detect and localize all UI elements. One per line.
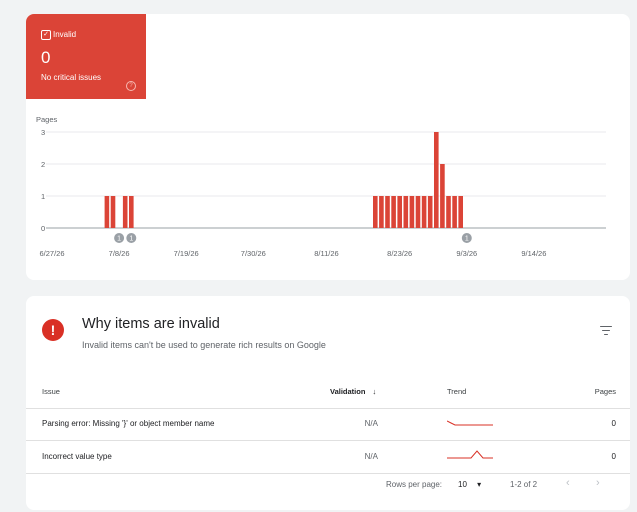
- annotation-label: 1: [117, 236, 121, 243]
- page-range: 1-2 of 2: [510, 480, 538, 489]
- annotation-label: 1: [129, 236, 133, 243]
- chart-bar: [427, 196, 433, 228]
- issue-name: Parsing error: Missing '}' or object mem…: [42, 419, 215, 428]
- x-tick-label: 9/14/26: [521, 249, 546, 258]
- chart-bar: [434, 132, 439, 228]
- x-tick-label: 7/19/26: [174, 249, 199, 258]
- pagination: Rows per page: 10 ▾ 1-2 of 2 ‹ ›: [386, 476, 616, 496]
- x-tick-label: 8/23/26: [387, 249, 412, 258]
- chart-bar: [458, 196, 463, 228]
- y-axis-label: Pages: [36, 115, 58, 124]
- x-tick-label: 8/11/26: [314, 249, 338, 258]
- y-tick-label: 2: [41, 160, 45, 169]
- chart-bar: [129, 196, 134, 228]
- table-row[interactable]: Parsing error: Missing '}' or object mem…: [26, 408, 630, 441]
- pages-count: 0: [611, 419, 616, 428]
- issues-title: Why items are invalid: [82, 316, 220, 332]
- prev-page-icon[interactable]: ‹: [566, 477, 570, 489]
- chart-bar: [452, 196, 457, 228]
- chart-bar: [421, 196, 427, 228]
- table-row[interactable]: Incorrect value type N/A 0: [26, 441, 630, 474]
- chart-bar: [446, 196, 451, 228]
- x-tick-label: 7/30/26: [241, 249, 266, 258]
- arrow-down-icon: ↓: [372, 387, 377, 396]
- pages-count: 0: [611, 452, 616, 461]
- issues-subtitle: Invalid items can't be used to generate …: [82, 340, 326, 350]
- chart-bar: [122, 196, 128, 228]
- rows-per-page-value: 10: [458, 480, 467, 489]
- chart-bar: [373, 196, 378, 228]
- y-tick-label: 1: [41, 192, 45, 201]
- column-header-validation[interactable]: Validation ↓: [330, 376, 400, 408]
- error-icon: !: [42, 319, 64, 341]
- next-page-icon[interactable]: ›: [596, 477, 600, 489]
- column-header-issue[interactable]: Issue: [42, 376, 60, 408]
- filter-icon[interactable]: [600, 326, 612, 336]
- chart-bar: [104, 196, 110, 228]
- status-chart-card: ✓ Invalid 0 No critical issues ? Pages 0 1…: [26, 14, 630, 280]
- pages-bar-chart: Pages 0 1 2 3 6/27/26 7/8/26 7/19/26 7/30/26 8/11…: [36, 115, 606, 258]
- issue-name: Incorrect value type: [42, 452, 112, 461]
- annotation-label: 1: [465, 236, 469, 243]
- validation-status: N/A: [364, 419, 378, 428]
- chart-bar: [409, 196, 415, 228]
- dropdown-arrow-icon: ▾: [477, 480, 482, 489]
- chart-bar: [385, 196, 390, 228]
- x-tick-label: 9/3/26: [456, 249, 477, 258]
- chart-bar: [403, 196, 409, 228]
- column-header-validation-label: Validation: [330, 387, 366, 396]
- y-tick-label: 0: [41, 224, 45, 233]
- column-header-trend: Trend: [447, 387, 467, 396]
- rows-per-page-select[interactable]: 10 ▾: [458, 480, 481, 489]
- chart-bar: [391, 196, 396, 228]
- column-header-pages[interactable]: Pages: [595, 376, 616, 408]
- chart-bar: [110, 196, 116, 228]
- x-tick-label: 7/8/26: [109, 249, 130, 258]
- x-tick-label: 6/27/26: [39, 249, 64, 258]
- validation-status: N/A: [364, 452, 378, 461]
- table-header: Issue Validation ↓ Trend Pages: [26, 376, 630, 409]
- chart-bar: [440, 164, 445, 228]
- issues-card: ! Why items are invalid Invalid items ca…: [26, 296, 630, 510]
- chart-bar: [415, 196, 421, 228]
- y-tick-label: 3: [41, 128, 45, 137]
- chart-bar: [397, 196, 402, 228]
- chart-bar: [379, 196, 384, 228]
- rows-per-page-label: Rows per page:: [386, 480, 443, 489]
